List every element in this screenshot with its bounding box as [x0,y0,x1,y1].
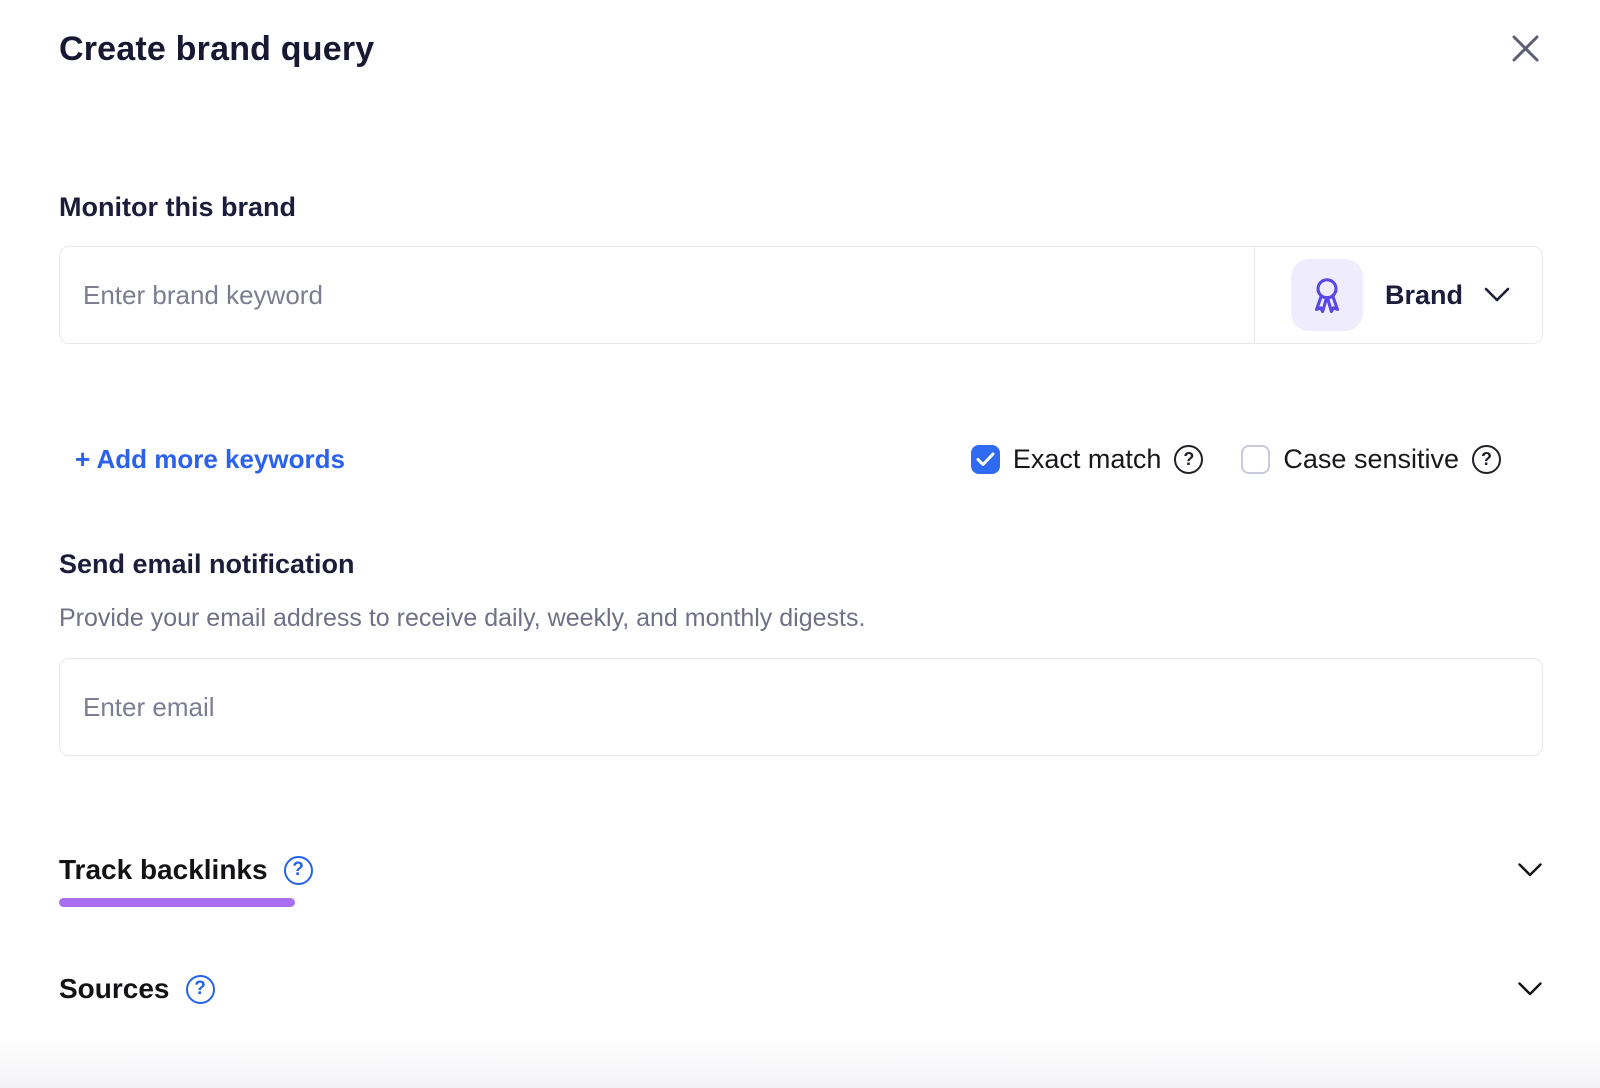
keyword-options-row: + Add more keywords Exact match ? Case s… [59,444,1543,475]
track-backlinks-header[interactable]: Track backlinks ? [59,854,1543,886]
bottom-scroll-fade [0,1038,1600,1088]
track-backlinks-chevron-down-icon[interactable] [1517,862,1543,879]
exact-match-label: Exact match [1013,444,1162,475]
track-backlinks-highlight-underline [59,898,295,907]
dialog-header: Create brand query [59,28,1543,70]
add-more-keywords-button[interactable]: + Add more keywords [75,444,345,475]
close-icon [1509,32,1542,65]
brand-keyword-input[interactable] [60,247,1254,343]
sources-help-icon[interactable]: ? [186,975,215,1004]
track-backlinks-help-icon[interactable]: ? [284,856,313,885]
sources-chevron-down-icon[interactable] [1517,981,1543,998]
track-backlinks-title-group: Track backlinks ? [59,854,313,886]
query-type-selector[interactable]: Brand [1254,247,1542,343]
query-type-label: Brand [1385,280,1463,311]
page-title: Create brand query [59,28,374,70]
monitor-brand-heading: Monitor this brand [59,190,1543,224]
award-ribbon-icon [1305,273,1349,317]
brand-icon-container [1291,259,1363,331]
chevron-down-icon [1483,286,1511,304]
case-sensitive-label: Case sensitive [1283,444,1459,475]
create-brand-query-dialog: Create brand query Monitor this brand [59,0,1543,1005]
sources-label: Sources [59,973,170,1005]
email-input[interactable] [59,658,1543,756]
case-sensitive-option: Case sensitive ? [1241,444,1501,475]
exact-match-checkbox[interactable] [971,445,1000,474]
sources-title-group: Sources ? [59,973,215,1005]
brand-keyword-group: Brand [59,246,1543,344]
track-backlinks-label: Track backlinks [59,854,268,886]
sources-header[interactable]: Sources ? [59,973,1543,1005]
match-options-group: Exact match ? Case sensitive ? [971,444,1501,475]
email-description: Provide your email address to receive da… [59,603,1543,634]
close-button[interactable] [1507,30,1543,66]
case-sensitive-help-icon[interactable]: ? [1472,445,1501,474]
case-sensitive-checkbox[interactable] [1241,445,1270,474]
exact-match-option: Exact match ? [971,444,1204,475]
email-notification-heading: Send email notification [59,547,1543,581]
exact-match-help-icon[interactable]: ? [1174,445,1203,474]
